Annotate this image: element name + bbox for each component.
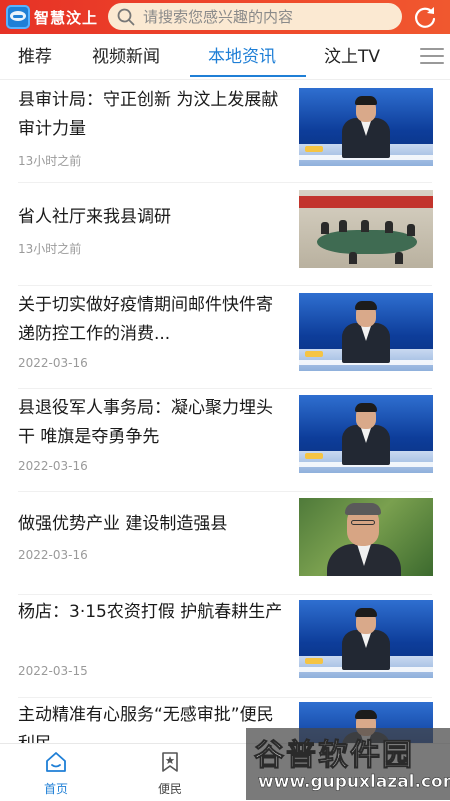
news-title: 关于切实做好疫情期间邮件快件寄递防控工作的消费... [18,295,273,344]
news-thumbnail [299,498,433,576]
news-time: 2022-03-16 [18,548,88,562]
news-item[interactable]: 杨店：3·15农资打假 护航春耕生产 2022-03-15 [0,595,450,698]
news-item[interactable]: 省人社厅来我县调研 13小时之前 [0,183,450,286]
search-placeholder: 请搜索您感兴趣的内容 [143,8,294,26]
watermark-text: 谷普软件园 [254,738,414,774]
tab-wenshang-tv[interactable]: 汶上TV [324,34,380,80]
news-title: 杨店：3·15农资打假 护航春耕生产 [18,602,283,622]
search-icon [117,8,135,25]
news-item[interactable]: 县审计局：守正创新 为汶上发展献审计力量 13小时之前 [0,80,450,183]
top-bar: 智慧汶上 请搜索您感兴趣的内容 [0,0,450,34]
bookmark-star-icon [162,752,178,772]
home-icon [46,752,66,772]
refresh-icon[interactable] [412,4,438,30]
news-time: 2022-03-16 [18,356,88,370]
nav-convenience[interactable]: 便民 [130,744,210,801]
menu-icon[interactable] [420,48,444,66]
news-thumbnail [299,600,433,678]
channel-tabs: 推荐 视频新闻 本地资讯 汶上TV [0,34,450,80]
tab-local-news[interactable]: 本地资讯 [208,34,276,80]
watermark-url: www.gupuxlazal.com [258,772,450,793]
news-time: 13小时之前 [18,154,82,168]
news-time: 13小时之前 [18,242,82,256]
news-item[interactable]: 做强优势产业 建设制造强县 2022-03-16 [0,492,450,595]
news-title: 县审计局：守正创新 为汶上发展献审计力量 [18,90,279,139]
app-logo[interactable]: 智慧汶上 [6,4,98,30]
nav-home-label: 首页 [43,782,68,796]
watermark: 谷普软件园 www.gupuxlazal.com [246,728,450,800]
news-title: 省人社厅来我县调研 [18,207,171,227]
news-title: 县退役军人事务局：凝心聚力埋头干 唯旗是夺勇争先 [18,398,273,447]
tab-recommend[interactable]: 推荐 [18,34,52,80]
news-thumbnail [299,190,433,268]
search-bar[interactable]: 请搜索您感兴趣的内容 [108,3,402,30]
logo-icon [6,5,30,29]
news-time: 2022-03-16 [18,459,88,473]
news-thumbnail [299,395,433,473]
news-thumbnail [299,293,433,371]
news-thumbnail [299,88,433,166]
news-title: 做强优势产业 建设制造强县 [18,514,228,534]
nav-convenience-label: 便民 [157,782,182,796]
active-tab-indicator [190,75,306,77]
news-item[interactable]: 县退役军人事务局：凝心聚力埋头干 唯旗是夺勇争先 2022-03-16 [0,389,450,492]
nav-home[interactable]: 首页 [16,744,96,801]
news-item[interactable]: 关于切实做好疫情期间邮件快件寄递防控工作的消费... 2022-03-16 [0,286,450,389]
news-time: 2022-03-15 [18,664,88,678]
app-name: 智慧汶上 [34,8,99,27]
tab-video-news[interactable]: 视频新闻 [92,34,160,80]
